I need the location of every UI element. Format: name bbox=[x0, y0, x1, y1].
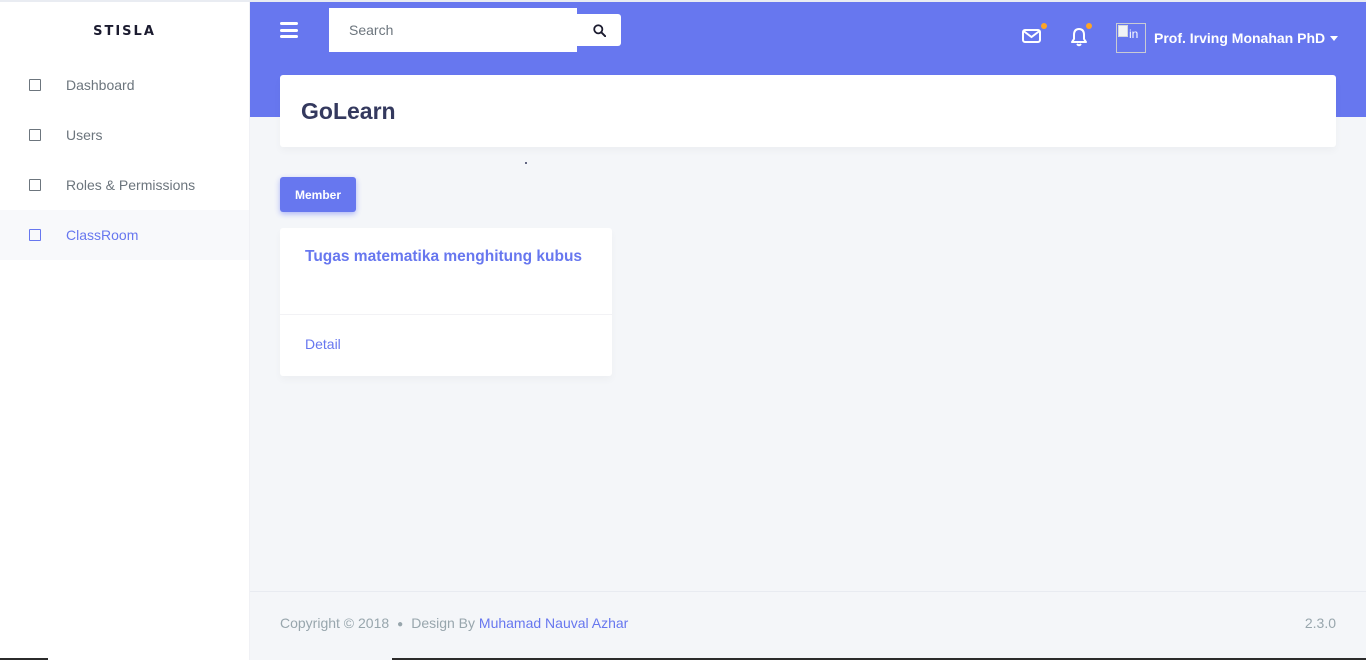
sidebar-item-users[interactable]: Users bbox=[0, 110, 249, 160]
copyright-text: Copyright © 2018 bbox=[280, 615, 390, 631]
search-icon bbox=[592, 23, 606, 37]
user-name: Prof. Irving Monahan PhD bbox=[1154, 30, 1326, 46]
sidebar-item-classroom[interactable]: ClassRoom bbox=[0, 210, 249, 260]
square-icon bbox=[29, 129, 41, 141]
notification-dot bbox=[1041, 23, 1047, 29]
sidebar-item-label: Users bbox=[66, 127, 103, 143]
broken-image-icon bbox=[1118, 25, 1128, 37]
chevron-down-icon bbox=[1330, 35, 1339, 41]
sidebar: STISLA Dashboard Users Roles & Permissio… bbox=[0, 2, 250, 660]
design-by-text: Design By bbox=[411, 615, 476, 631]
author-link[interactable]: Muhamad Nauval Azhar bbox=[479, 615, 628, 631]
sidebar-item-dashboard[interactable]: Dashboard bbox=[0, 60, 249, 110]
search-input[interactable] bbox=[329, 8, 577, 52]
envelope-icon[interactable] bbox=[1022, 23, 1047, 46]
sidebar-item-label: Dashboard bbox=[66, 77, 135, 93]
sidebar-item-label: Roles & Permissions bbox=[66, 177, 196, 193]
member-button[interactable]: Member bbox=[280, 177, 356, 212]
stray-dot bbox=[525, 162, 527, 164]
square-icon bbox=[29, 79, 41, 91]
footer: Copyright © 2018 ● Design By Muhamad Nauva… bbox=[250, 591, 1366, 660]
sidebar-item-label: ClassRoom bbox=[66, 227, 139, 243]
user-dropdown[interactable]: in Prof. Irving Monahan PhD bbox=[1116, 22, 1339, 54]
footer-credits: Copyright © 2018 ● Design By Muhamad Nauva… bbox=[280, 615, 628, 631]
page-title: GoLearn bbox=[301, 97, 396, 124]
version-text: 2.3.0 bbox=[1304, 615, 1336, 631]
card-title-link[interactable]: Tugas matematika menghitung kubus bbox=[305, 243, 585, 271]
card-divider bbox=[280, 314, 612, 315]
bullet-separator: ● bbox=[397, 619, 404, 630]
sidebar-item-roles-permissions[interactable]: Roles & Permissions bbox=[0, 160, 249, 210]
menu-toggle-icon[interactable] bbox=[280, 22, 298, 38]
avatar-alt-text: in bbox=[1129, 27, 1139, 41]
notification-dot bbox=[1086, 23, 1092, 29]
square-icon bbox=[29, 229, 41, 241]
square-icon bbox=[29, 179, 41, 191]
sidebar-brand[interactable]: STISLA bbox=[0, 2, 249, 60]
detail-link[interactable]: Detail bbox=[305, 336, 341, 352]
search-button[interactable] bbox=[577, 14, 621, 46]
assignment-card: Tugas matematika menghitung kubus Detail bbox=[280, 228, 612, 376]
section-header: GoLearn bbox=[280, 75, 1336, 147]
bell-icon[interactable] bbox=[1070, 23, 1092, 47]
avatar: in bbox=[1116, 23, 1146, 53]
